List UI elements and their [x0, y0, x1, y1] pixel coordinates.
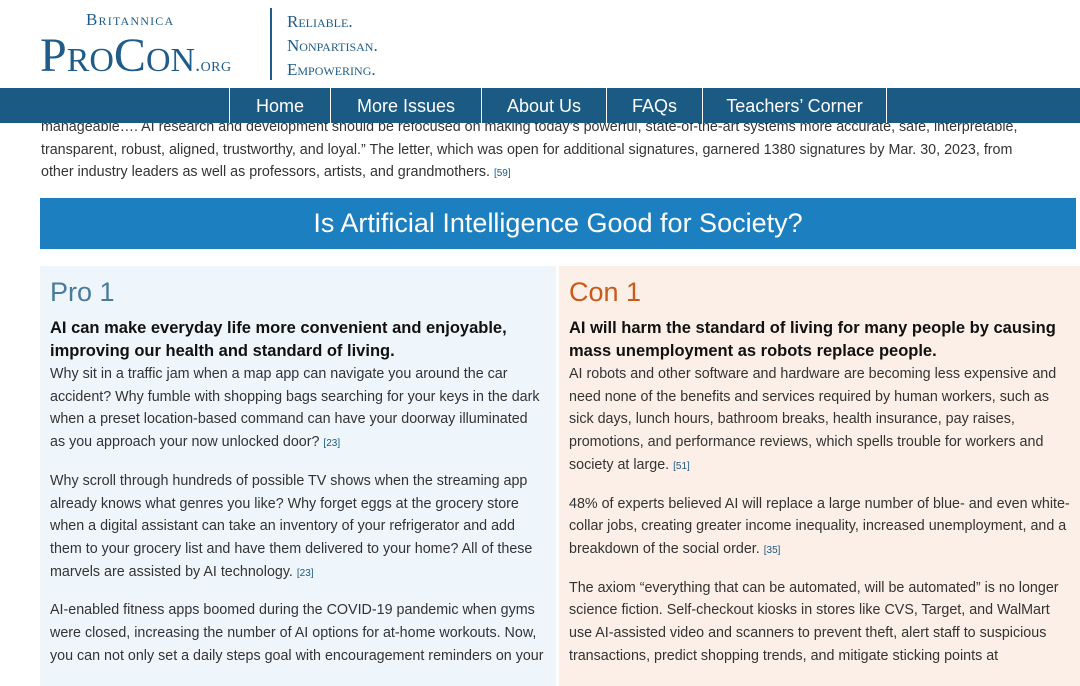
con-paragraph: 48% of experts believed AI will replace … [569, 493, 1070, 563]
paragraph-text: AI robots and other software and hardwar… [569, 366, 1057, 473]
nav-item-faqs[interactable]: FAQs [606, 88, 702, 123]
con-paragraph: The axiom “everything that can be automa… [569, 577, 1070, 668]
question-title: Is Artificial Intelligence Good for Soci… [313, 208, 803, 238]
pro-paragraph: Why scroll through hundreds of possible … [50, 470, 546, 586]
pro-heading: Pro 1 [50, 277, 115, 307]
header-divider [270, 8, 272, 80]
citation-link[interactable]: [23] [323, 438, 340, 449]
paragraph-text: The axiom “everything that can be automa… [569, 579, 1059, 664]
con-heading: Con 1 [569, 277, 642, 307]
intro-paragraph: manageable…. AI research and development… [41, 116, 1041, 186]
site-header: Britannica ProCon.org Reliable. Nonparti… [0, 0, 1080, 88]
question-banner: Is Artificial Intelligence Good for Soci… [40, 198, 1076, 249]
main-nav: Home More Issues About Us FAQs Teachers’… [0, 88, 1080, 123]
nav-item-more-issues[interactable]: More Issues [330, 88, 481, 123]
intro-text: manageable…. AI research and development… [41, 119, 1018, 180]
logo-procon-name: ProCon [40, 29, 196, 82]
pro-paragraph: AI-enabled fitness apps boomed during th… [50, 599, 546, 667]
logo-procon-text: ProCon.org [40, 28, 232, 93]
logo-britannica-text: Britannica [86, 10, 175, 29]
citation-link[interactable]: [59] [494, 168, 511, 179]
procon-logo[interactable]: Britannica ProCon.org [40, 8, 270, 84]
nav-item-teachers-corner[interactable]: Teachers’ Corner [702, 88, 887, 123]
paragraph-text: Why scroll through hundreds of possible … [50, 472, 533, 580]
tagline: Reliable. Nonpartisan. Empowering. [287, 10, 378, 82]
tagline-line: Reliable. [287, 12, 353, 31]
tagline-line: Empowering. [287, 60, 376, 79]
tagline-line: Nonpartisan. [287, 36, 378, 55]
citation-link[interactable]: [51] [673, 461, 690, 472]
citation-link[interactable]: [23] [297, 568, 314, 579]
nav-item-about-us[interactable]: About Us [481, 88, 606, 123]
con-column: Con 1 AI will harm the standard of livin… [559, 266, 1080, 686]
paragraph-text: AI-enabled fitness apps boomed during th… [50, 602, 544, 664]
nav-item-home[interactable]: Home [229, 88, 330, 123]
pro-column: Pro 1 AI can make everyday life more con… [40, 266, 556, 686]
pro-claim: AI can make everyday life more convenien… [50, 319, 507, 360]
pro-paragraph: Why sit in a traffic jam when a map app … [50, 363, 546, 456]
citation-link[interactable]: [35] [764, 545, 781, 556]
paragraph-text: 48% of experts believed AI will replace … [569, 495, 1070, 557]
paragraph-text: Why sit in a traffic jam when a map app … [50, 366, 540, 451]
logo-org-suffix: .org [195, 54, 232, 76]
con-claim: AI will harm the standard of living for … [569, 319, 1056, 360]
con-paragraph: AI robots and other software and hardwar… [569, 363, 1070, 479]
